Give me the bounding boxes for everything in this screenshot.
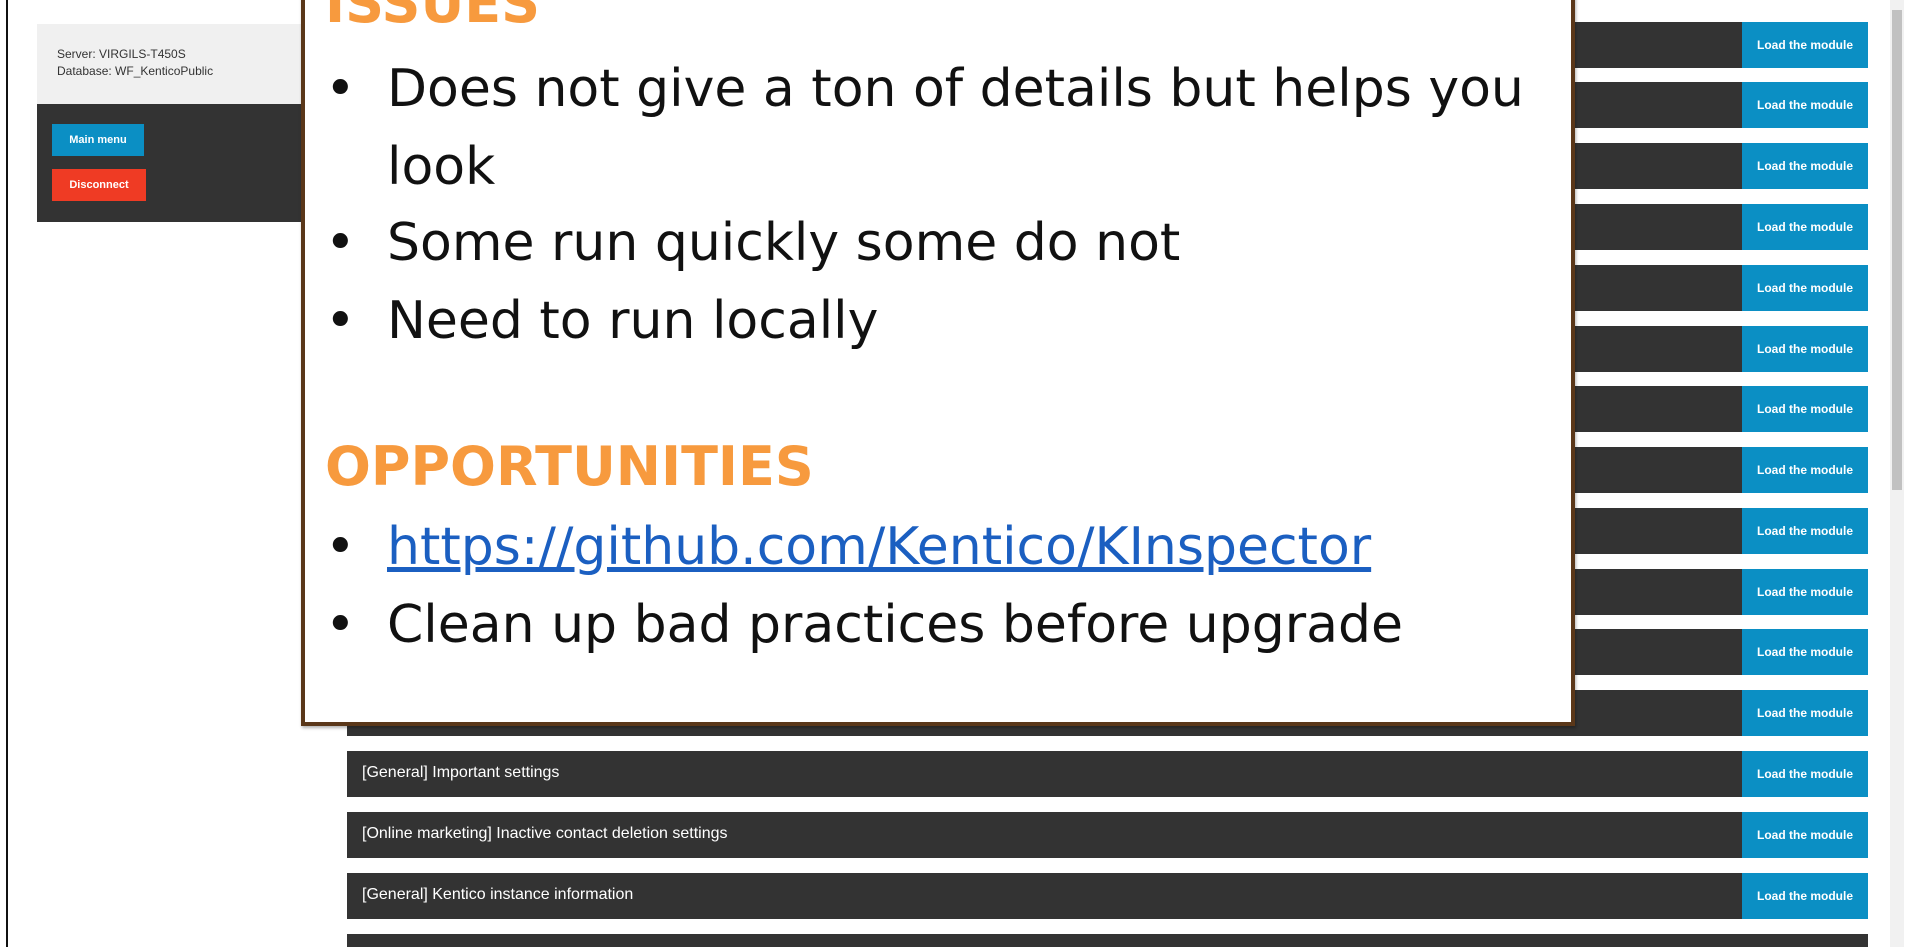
vertical-scrollbar[interactable] (1890, 0, 1904, 947)
module-row: [General] Kentico instance information Lo… (347, 873, 1868, 919)
connection-panel: Server: VIRGILS-T450S Database: WF_Kenti… (37, 24, 327, 222)
module-row (347, 934, 1868, 947)
load-module-button[interactable]: Load the module (1742, 326, 1868, 372)
bullet-dot: • (325, 291, 356, 351)
load-module-button[interactable]: Load the module (1742, 629, 1868, 675)
issue-bullet: • Some run quickly some do not (325, 204, 1545, 282)
bullet-dot: • (325, 59, 356, 119)
issues-title: ISSUES (325, 0, 541, 35)
connection-info: Server: VIRGILS-T450S Database: WF_Kenti… (37, 24, 327, 104)
load-module-button[interactable]: Load the module (1742, 22, 1868, 68)
issue-text: Does not give a ton of details but helps… (387, 59, 1524, 197)
issue-text: Need to run locally (387, 291, 879, 351)
module-name: [Online marketing] Inactive contact dele… (362, 825, 728, 842)
side-menu: Main menu Disconnect (37, 104, 327, 222)
module-name: [General] Kentico instance information (362, 886, 634, 903)
issue-bullet: • Does not give a ton of details but hel… (325, 50, 1545, 206)
load-module-button[interactable]: Load the module (1742, 812, 1868, 858)
load-module-button[interactable]: Load the module (1742, 204, 1868, 250)
load-module-button[interactable]: Load the module (1742, 447, 1868, 493)
load-module-button[interactable]: Load the module (1742, 569, 1868, 615)
scrollbar-thumb[interactable] (1892, 10, 1902, 490)
opportunities-title: OPPORTUNITIES (325, 435, 814, 498)
load-module-button[interactable]: Load the module (1742, 690, 1868, 736)
module-row: [General] Important settings Load the mod… (347, 751, 1868, 797)
bullet-dot: • (325, 595, 356, 655)
database-label: Database: WF_KenticoPublic (57, 64, 214, 78)
load-module-button[interactable]: Load the module (1742, 82, 1868, 128)
disconnect-button[interactable]: Disconnect (52, 169, 146, 201)
slide-overlay: ISSUES • Does not give a ton of details … (301, 0, 1575, 726)
module-name: [General] Important settings (362, 764, 560, 781)
load-module-button[interactable]: Load the module (1742, 873, 1868, 919)
module-row: [Online marketing] Inactive contact dele… (347, 812, 1868, 858)
main-menu-button[interactable]: Main menu (52, 124, 144, 156)
load-module-button[interactable]: Load the module (1742, 508, 1868, 554)
issue-bullet: • Need to run locally (325, 282, 1545, 360)
opportunity-bullet: • Clean up bad practices before upgrade (325, 586, 1545, 664)
load-module-button[interactable]: Load the module (1742, 386, 1868, 432)
kinspector-link[interactable]: https://github.com/Kentico/KInspector (387, 517, 1371, 577)
bullet-dot: • (325, 213, 356, 273)
load-module-button[interactable]: Load the module (1742, 751, 1868, 797)
bullet-dot: • (325, 517, 356, 577)
load-module-button[interactable]: Load the module (1742, 265, 1868, 311)
issue-text: Some run quickly some do not (387, 213, 1181, 273)
opportunity-text: Clean up bad practices before upgrade (387, 595, 1403, 655)
load-module-button[interactable]: Load the module (1742, 143, 1868, 189)
opportunity-bullet: • https://github.com/Kentico/KInspector (325, 508, 1545, 586)
server-label: Server: VIRGILS-T450S (57, 47, 186, 61)
